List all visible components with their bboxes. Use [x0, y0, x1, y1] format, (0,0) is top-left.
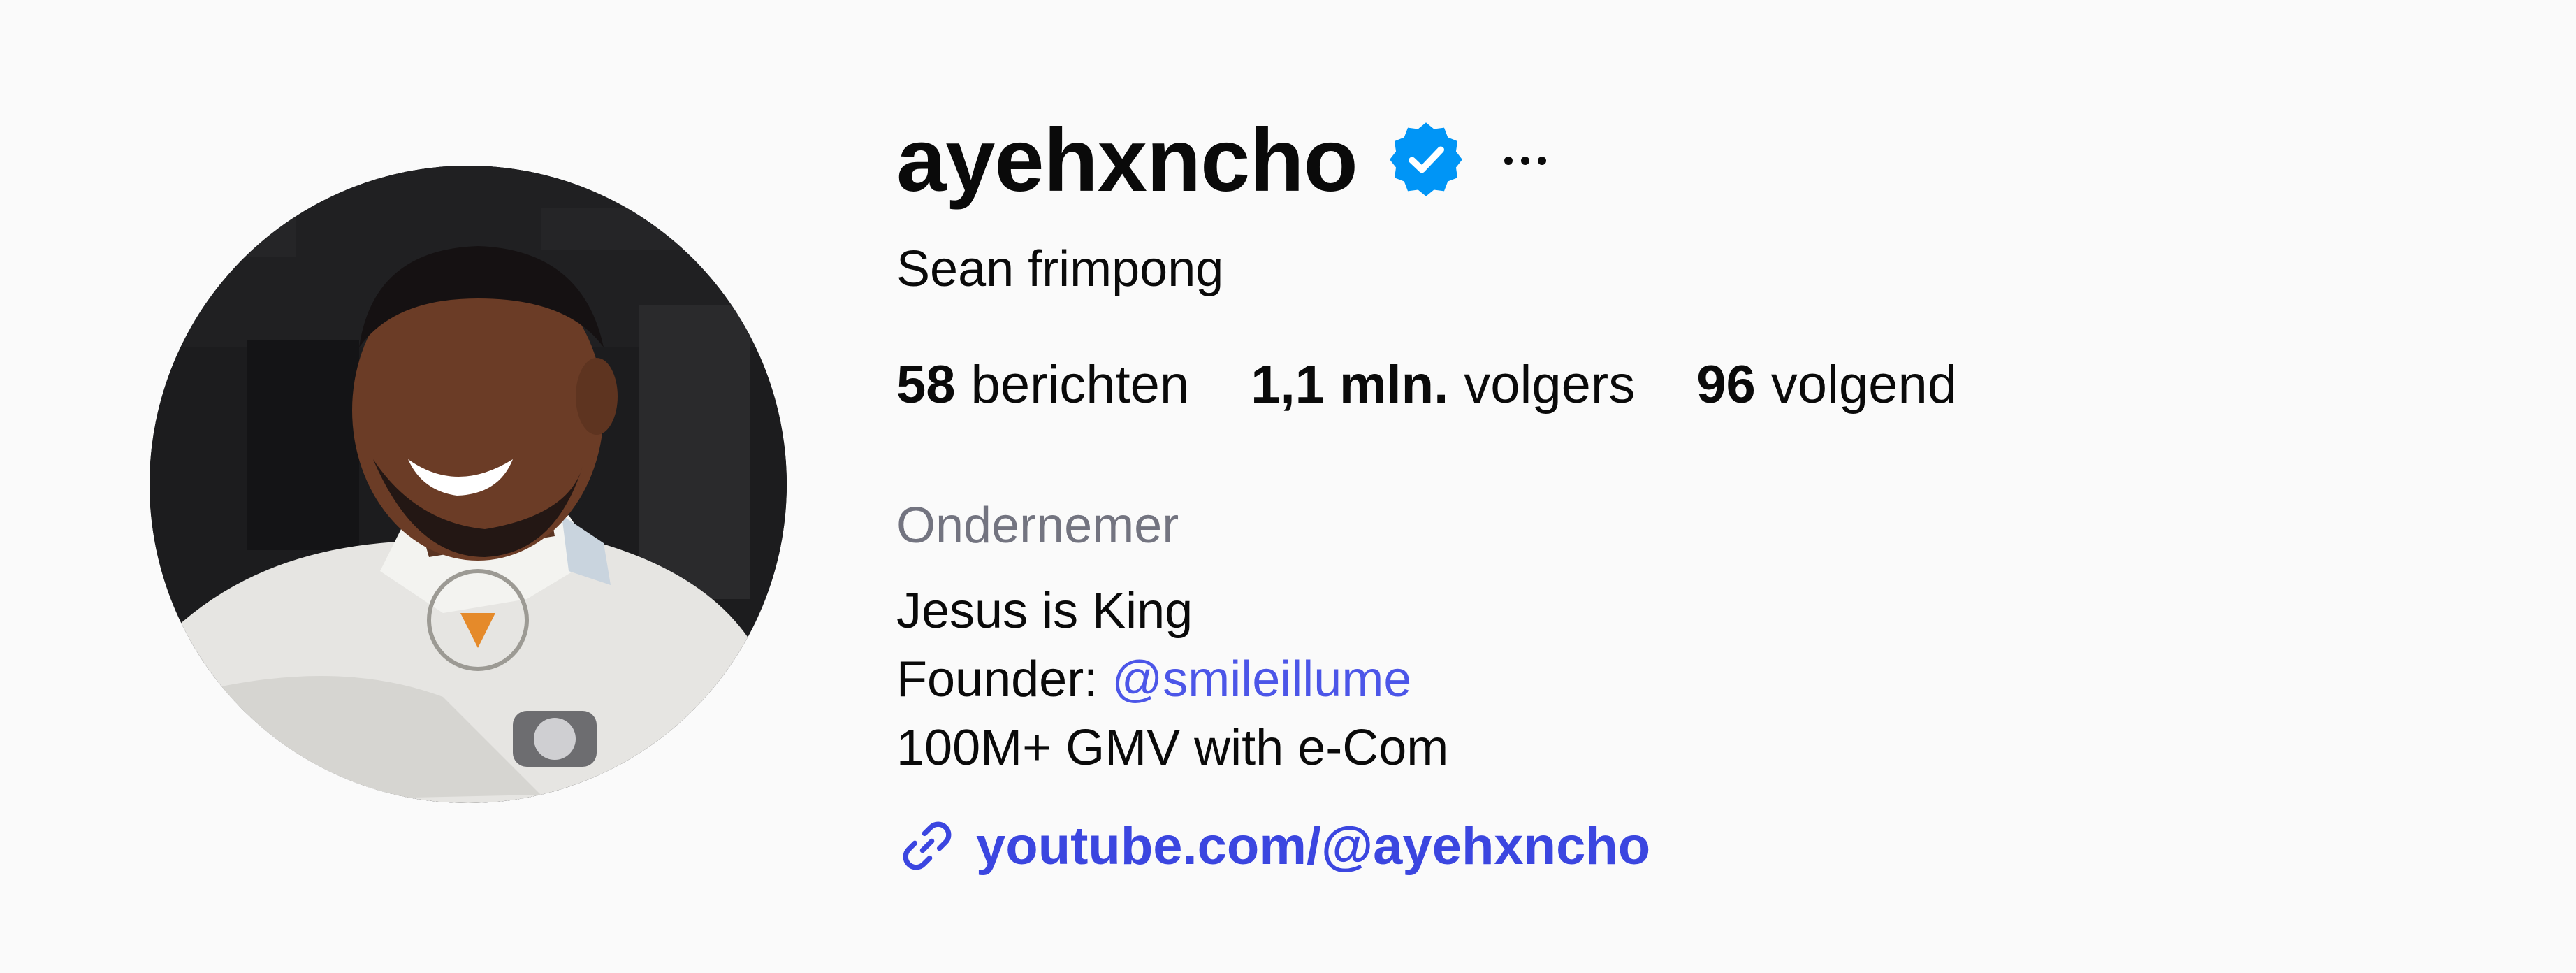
bio-line-3: 100M+ GMV with e-Com: [896, 720, 1449, 776]
stat-posts-label: berichten: [970, 354, 1190, 415]
more-options-icon[interactable]: [1501, 140, 1550, 182]
profile-link-text: youtube.com/@ayehxncho: [976, 816, 1651, 876]
stat-following-count: 96: [1696, 354, 1756, 415]
stat-followers-label: volgers: [1464, 354, 1636, 415]
stat-following-label: volgend: [1770, 354, 1957, 415]
profile-external-link[interactable]: youtube.com/@ayehxncho: [896, 811, 1650, 881]
bio-mention-link[interactable]: @smileillume: [1112, 651, 1411, 707]
profile-bio: Jesus is King Founder: @smileillume 100M…: [896, 577, 1448, 782]
bio-line-2: Founder: @smileillume: [896, 645, 1448, 714]
profile-stats: 58 berichten 1,1 mln. volgers 96 volgend: [896, 349, 2018, 419]
stat-followers-count: 1,1 mln.: [1251, 354, 1449, 415]
profile-avatar[interactable]: [150, 166, 787, 803]
stat-posts: 58 berichten: [896, 354, 1189, 415]
profile-header: ayehxncho Sean frimpong 58 berichten 1,1…: [0, 0, 2576, 973]
stat-following[interactable]: 96 volgend: [1696, 354, 1957, 415]
stat-followers[interactable]: 1,1 mln. volgers: [1251, 354, 1635, 415]
bio-founder-label: Founder:: [896, 651, 1112, 707]
avatar-photo: [150, 166, 787, 803]
profile-category: Ondernemer: [896, 498, 1179, 554]
link-icon: [903, 821, 952, 870]
bio-line-1: Jesus is King: [896, 583, 1193, 639]
profile-username: ayehxncho: [896, 110, 1358, 210]
stat-posts-count: 58: [896, 354, 956, 415]
verified-badge-icon: [1390, 122, 1462, 196]
profile-full-name: Sean frimpong: [896, 241, 1224, 297]
